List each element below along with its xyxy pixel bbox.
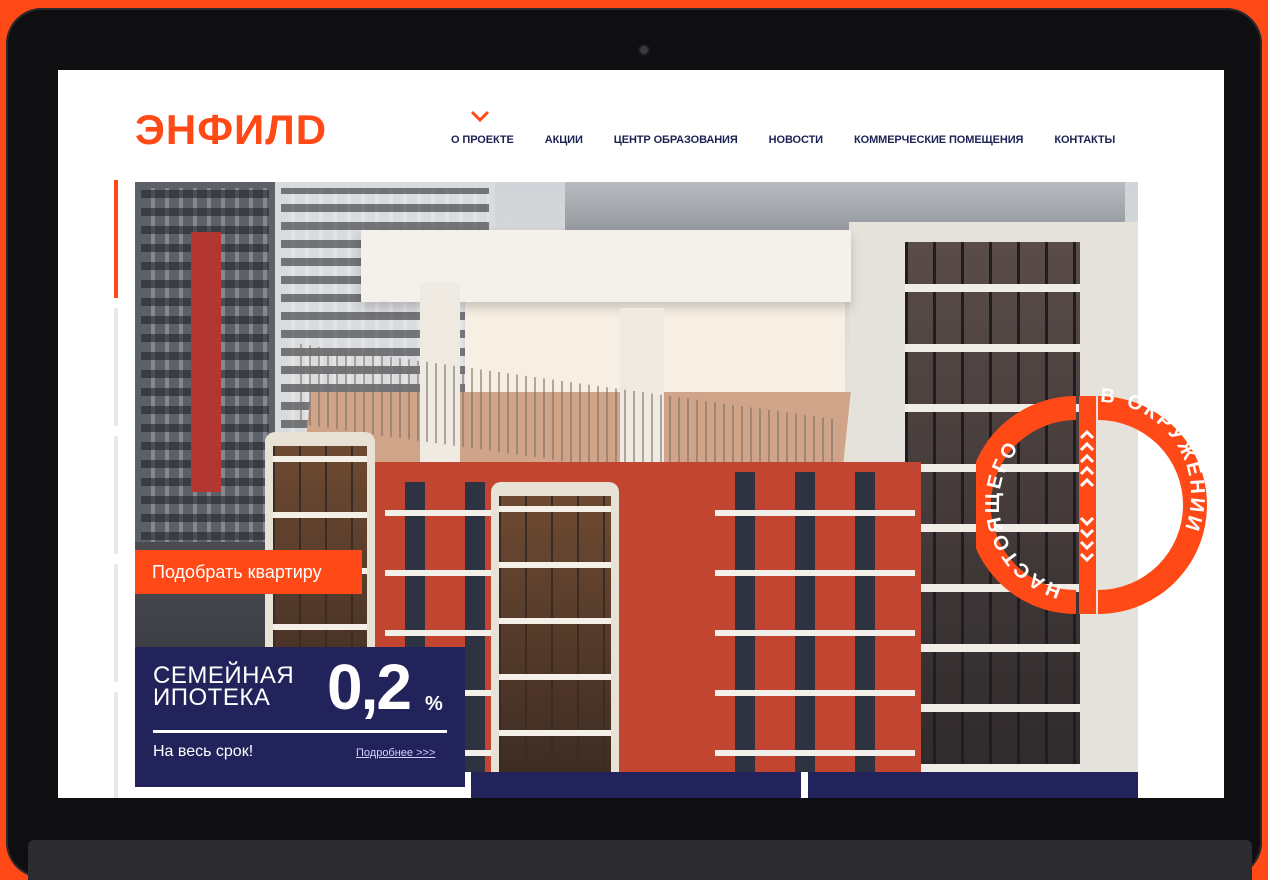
mortgage-promo-banner[interactable]: СЕМЕЙНАЯ ИПОТЕКА 0,2 % На весь срок! Под… — [135, 647, 465, 787]
promo-title: СЕМЕЙНАЯ ИПОТЕКА — [153, 662, 295, 711]
laptop-base — [28, 840, 1252, 880]
nav-item-commercial[interactable]: КОММЕРЧЕСКИЕ ПОМЕЩЕНИЯ — [854, 134, 1023, 146]
side-progress-rail — [114, 180, 119, 798]
badge-text-left: НАСТОЯЩЕГО — [982, 436, 1064, 602]
promo-divider — [153, 730, 447, 733]
svg-text:НАСТОЯЩЕГО: НАСТОЯЩЕГО — [982, 436, 1064, 602]
badge-text-right: В ОКРУЖЕНИИ — [1099, 385, 1208, 536]
camera-icon — [640, 46, 648, 54]
promo-subtitle: На весь срок! — [153, 743, 254, 760]
nav-item-contacts[interactable]: КОНТАКТЫ — [1054, 134, 1115, 146]
slider-tab[interactable] — [471, 772, 801, 798]
svg-text:В ОКРУЖЕНИИ: В ОКРУЖЕНИИ — [1099, 385, 1208, 536]
slider-tab[interactable] — [808, 772, 1138, 798]
promo-rate-unit: % — [425, 693, 443, 715]
badge-emblem: НАСТОЯЩЕГО В ОКРУЖЕНИИ — [976, 385, 1208, 614]
main-nav: О ПРОЕКТЕ АКЦИИ ЦЕНТР ОБРАЗОВАНИЯ НОВОСТ… — [451, 134, 1146, 146]
nav-item-about[interactable]: О ПРОЕКТЕ — [451, 134, 514, 146]
select-apartment-button[interactable]: Подобрать квартиру — [135, 550, 362, 594]
nav-item-news[interactable]: НОВОСТИ — [769, 134, 823, 146]
promo-rate: 0,2 — [327, 651, 412, 723]
site-logo[interactable]: ЭНФИЛD — [135, 108, 327, 152]
nav-item-education[interactable]: ЦЕНТР ОБРАЗОВАНИЯ — [614, 134, 738, 146]
chevron-down-icon — [470, 110, 490, 123]
promo-more-link[interactable]: Подробнее >>> — [356, 747, 435, 759]
nav-item-promotions[interactable]: АКЦИИ — [545, 134, 583, 146]
